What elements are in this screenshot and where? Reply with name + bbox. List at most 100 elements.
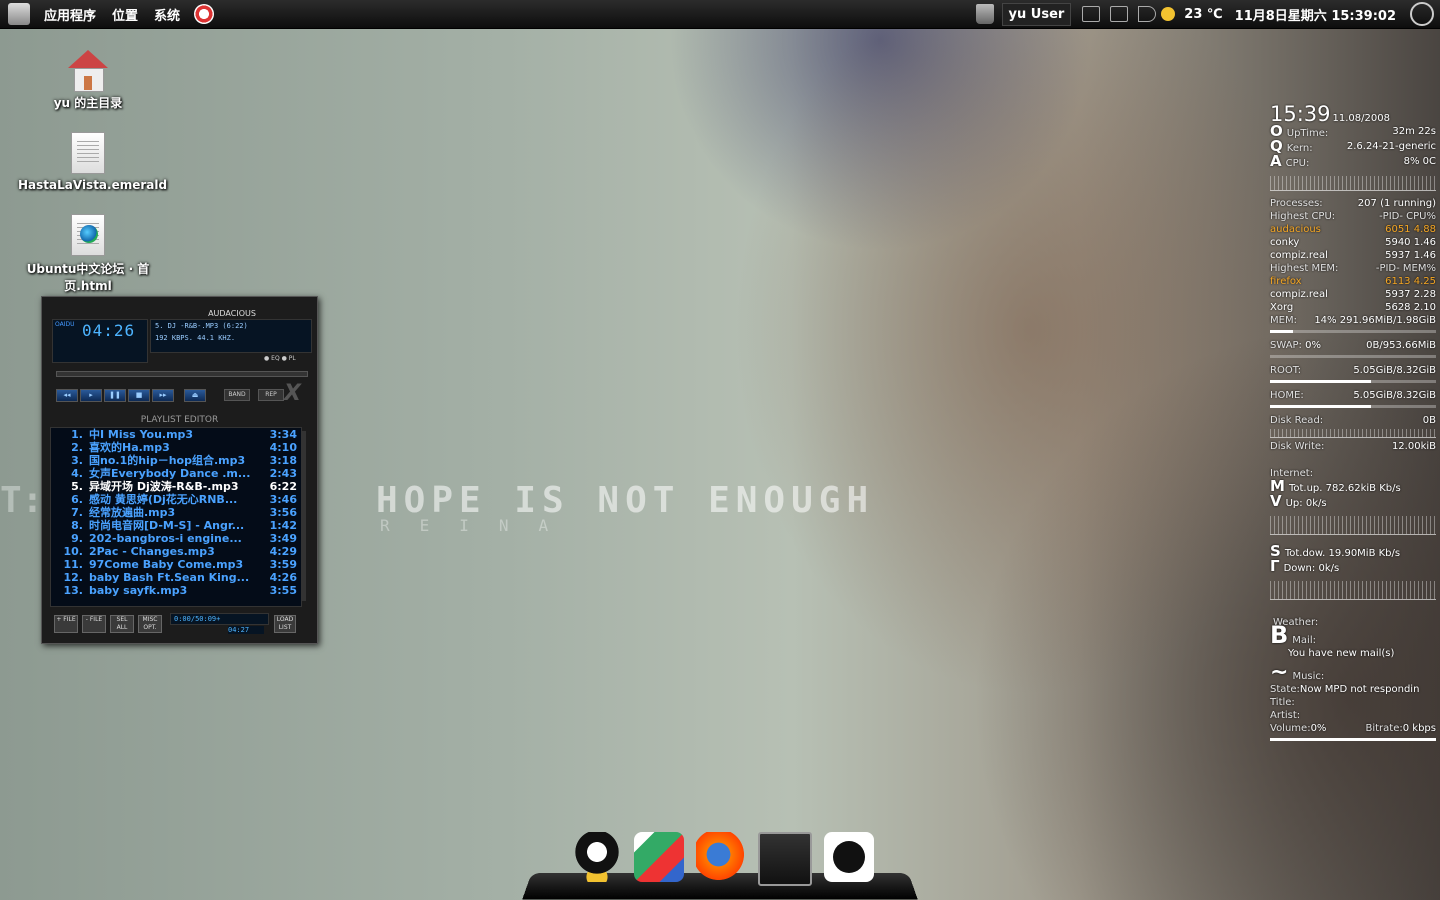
root-label: ROOT:: [1270, 365, 1302, 376]
playlist-num: 8.: [71, 519, 83, 532]
process-row: Xorg 5628 2.10: [1270, 301, 1436, 314]
volume-bar: [1270, 738, 1436, 741]
select-all-button[interactable]: SEL ALL: [110, 615, 134, 633]
processes-value: 207 (1 running): [1357, 198, 1436, 209]
trash-icon[interactable]: [975, 4, 994, 24]
playlist[interactable]: 1. 中I Miss You.mp3 3:34 2. 喜欢的Ha.mp3 4:10 3. 国n…: [50, 427, 302, 607]
play-button[interactable]: ▸: [80, 389, 102, 402]
playlist-dur: 6:22: [269, 480, 297, 493]
top-cpu-columns: -PID- CPU%: [1379, 211, 1436, 222]
playlist-row[interactable]: 11. 97Come Baby Come.mp3 3:59: [51, 558, 301, 571]
band-button[interactable]: BAND: [224, 389, 250, 401]
playlist-row[interactable]: 7. 经常放遍曲.mp3 3:56: [51, 506, 301, 519]
playlist-row[interactable]: 12. baby Bash Ft.Sean King... 4:26: [51, 571, 301, 584]
top-mem-list: firefox 6113 4.25 compiz.real 5937 2.28 Xorg…: [1270, 275, 1436, 314]
artist-label: Artist:: [1270, 710, 1301, 721]
audacious-player[interactable]: AUDACIOUS OAIDU 04:26 5. DJ -R&B-.MP3 (6…: [41, 296, 318, 644]
home-label: HOME:: [1270, 390, 1304, 401]
load-list-button[interactable]: LOAD LIST: [274, 615, 296, 633]
process-name: compiz.real: [1270, 250, 1328, 261]
add-file-button[interactable]: + FILE: [54, 615, 78, 633]
uptime-label: UpTime:: [1286, 128, 1329, 139]
process-name: firefox: [1270, 276, 1302, 287]
disk-graph: [1270, 429, 1436, 438]
playlist-name: 2Pac - Changes.mp3: [89, 545, 215, 558]
swap-value: 0B/953.66MiB: [1366, 340, 1436, 351]
keyboard-icon[interactable]: [1082, 6, 1101, 22]
process-row: compiz.real 5937 1.46: [1270, 249, 1436, 262]
next-button[interactable]: ▸▸: [152, 389, 174, 402]
process-name: Xorg: [1270, 302, 1294, 313]
playlist-dur: 1:42: [269, 519, 297, 532]
process-value: 2.10: [1413, 302, 1436, 313]
playlist-row[interactable]: 13. baby sayfk.mp3 3:55: [51, 584, 301, 597]
playlist-row[interactable]: 2. 喜欢的Ha.mp3 4:10: [51, 441, 301, 454]
seek-slider[interactable]: [56, 371, 308, 377]
playlist-row[interactable]: 5. 异域开场 Dj波涛-R&B-.mp3 6:22: [51, 480, 301, 493]
terminal-icon[interactable]: [758, 832, 812, 886]
playlist-num: 1.: [71, 428, 83, 441]
user-switcher[interactable]: yu User: [1001, 2, 1072, 26]
wallpaper-text-fragment: T:: [0, 480, 44, 521]
playlist-row[interactable]: 10. 2Pac - Changes.mp3 4:29: [51, 545, 301, 558]
playlist-row[interactable]: 9. 202-bangbros-i engine... 3:49: [51, 532, 301, 545]
pl-toggle[interactable]: PL: [289, 355, 296, 362]
playlist-row[interactable]: 1. 中I Miss You.mp3 3:34: [51, 428, 301, 441]
power-icon[interactable]: [1410, 2, 1434, 26]
ubuntu-logo-icon[interactable]: [8, 3, 30, 25]
network-icon[interactable]: [1110, 6, 1129, 22]
weather-icon[interactable]: [1161, 7, 1176, 21]
track-info: 5. DJ -R&B-.MP3 (6:22) 192 KBPS. 44.1 KH…: [150, 319, 312, 353]
track-title: 5. DJ -R&B-.MP3 (6:22): [155, 322, 248, 330]
processes-label: Processes:: [1270, 198, 1323, 209]
pause-button[interactable]: ❚❚: [104, 389, 126, 402]
desktop-icon-html[interactable]: Ubuntu中文论坛 · 首页.html: [18, 214, 158, 294]
menu-applications[interactable]: 应用程序: [36, 5, 104, 24]
player-time[interactable]: 04:26: [82, 321, 135, 340]
playlist-name: baby sayfk.mp3: [89, 584, 188, 597]
process-value: 4.88: [1413, 224, 1436, 235]
audacious-icon[interactable]: [824, 832, 874, 882]
playlist-row[interactable]: 8. 时尚电音网[D-M-S] - Angr... 1:42: [51, 519, 301, 532]
repeat-button[interactable]: REP: [258, 389, 284, 401]
misc-options-button[interactable]: MISC OPT.: [138, 615, 162, 633]
firefox-icon[interactable]: [696, 832, 746, 882]
root-bar: [1270, 380, 1436, 383]
temperature[interactable]: 23 ℃: [1184, 7, 1222, 22]
tot-up-value: 782.62kiB Kb/s: [1325, 483, 1401, 494]
cpu-glyph: A: [1270, 152, 1282, 170]
menu-places[interactable]: 位置: [104, 5, 146, 24]
process-row: compiz.real 5937 2.28: [1270, 288, 1436, 301]
movie-player-icon[interactable]: [634, 832, 684, 882]
remove-file-button[interactable]: - FILE: [82, 615, 106, 633]
playlist-num: 4.: [71, 467, 83, 480]
disk-read-value: 0B: [1422, 415, 1436, 426]
desktop-icon-emerald[interactable]: HastaLaVista.emerald: [18, 132, 167, 192]
clock-applet[interactable]: 11月8日星期六 15:39:02: [1235, 5, 1396, 24]
playlist-scrollbar[interactable]: [302, 431, 306, 601]
playlist-dur: 3:18: [269, 454, 297, 467]
process-value: 1.46: [1413, 237, 1436, 248]
process-row: audacious 6051 4.88: [1270, 223, 1436, 236]
playlist-name: 中I Miss You.mp3: [89, 428, 194, 441]
eq-toggle[interactable]: EQ: [271, 355, 280, 362]
playlist-row[interactable]: 3. 国no.1的hip－hop组合.mp3 3:18: [51, 454, 301, 467]
process-name: audacious: [1270, 224, 1321, 235]
title-label: Title:: [1270, 697, 1295, 708]
process-value: 2.28: [1413, 289, 1436, 300]
volume-icon[interactable]: [1138, 6, 1157, 22]
top-mem-header: Highest MEM:: [1270, 263, 1339, 274]
desktop-icon-home[interactable]: yu 的主目录: [18, 50, 158, 111]
eject-button[interactable]: ⏏: [184, 389, 206, 402]
uptime-value: 32m 22s: [1392, 126, 1436, 137]
menu-system[interactable]: 系统: [146, 5, 188, 24]
eq-pl-toggles[interactable]: ● EQ ● PL: [264, 355, 296, 362]
playlist-row[interactable]: 4. 女声Everybody Dance .m... 2:43: [51, 467, 301, 480]
help-icon[interactable]: [194, 4, 215, 24]
qq-icon[interactable]: [572, 832, 622, 882]
playlist-row[interactable]: 6. 感动 黄思婷(Dj花无心RNB... 3:46: [51, 493, 301, 506]
stop-button[interactable]: ■: [128, 389, 150, 402]
mail-label: Mail:: [1292, 635, 1316, 646]
playlist-num: 7.: [71, 506, 83, 519]
previous-button[interactable]: ◂◂: [56, 389, 78, 402]
